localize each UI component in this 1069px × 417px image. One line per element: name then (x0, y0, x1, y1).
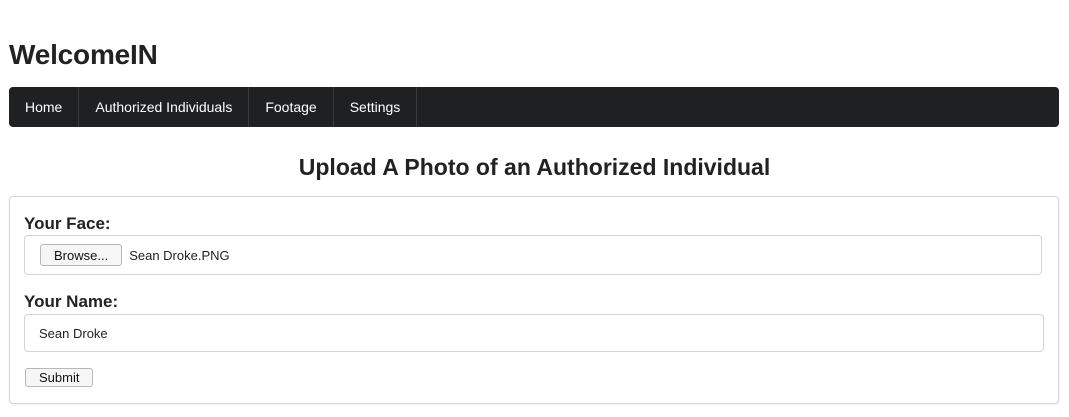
face-field-label: Your Face: (24, 214, 111, 233)
name-field-label: Your Name: (24, 292, 119, 311)
nav-item-home[interactable]: Home (9, 87, 80, 127)
nav-item-authorized-individuals[interactable]: Authorized Individuals (79, 87, 250, 127)
app-title: WelcomeIN (9, 39, 158, 70)
face-file-picker: Browse... Sean Droke.PNG (24, 235, 1042, 275)
page-heading: Upload A Photo of an Authorized Individu… (298, 154, 771, 180)
selected-file-name: Sean Droke.PNG (129, 247, 230, 263)
name-input[interactable] (24, 314, 1044, 352)
nav-item-settings[interactable]: Settings (334, 87, 418, 127)
upload-form-card: Your Face: Browse... Sean Droke.PNG Your… (9, 196, 1059, 404)
submit-button[interactable]: Submit (25, 368, 94, 387)
browse-button[interactable]: Browse... (40, 244, 123, 266)
nav-item-footage[interactable]: Footage (249, 87, 334, 127)
main-navbar: Home Authorized Individuals Footage Sett… (9, 87, 1059, 127)
